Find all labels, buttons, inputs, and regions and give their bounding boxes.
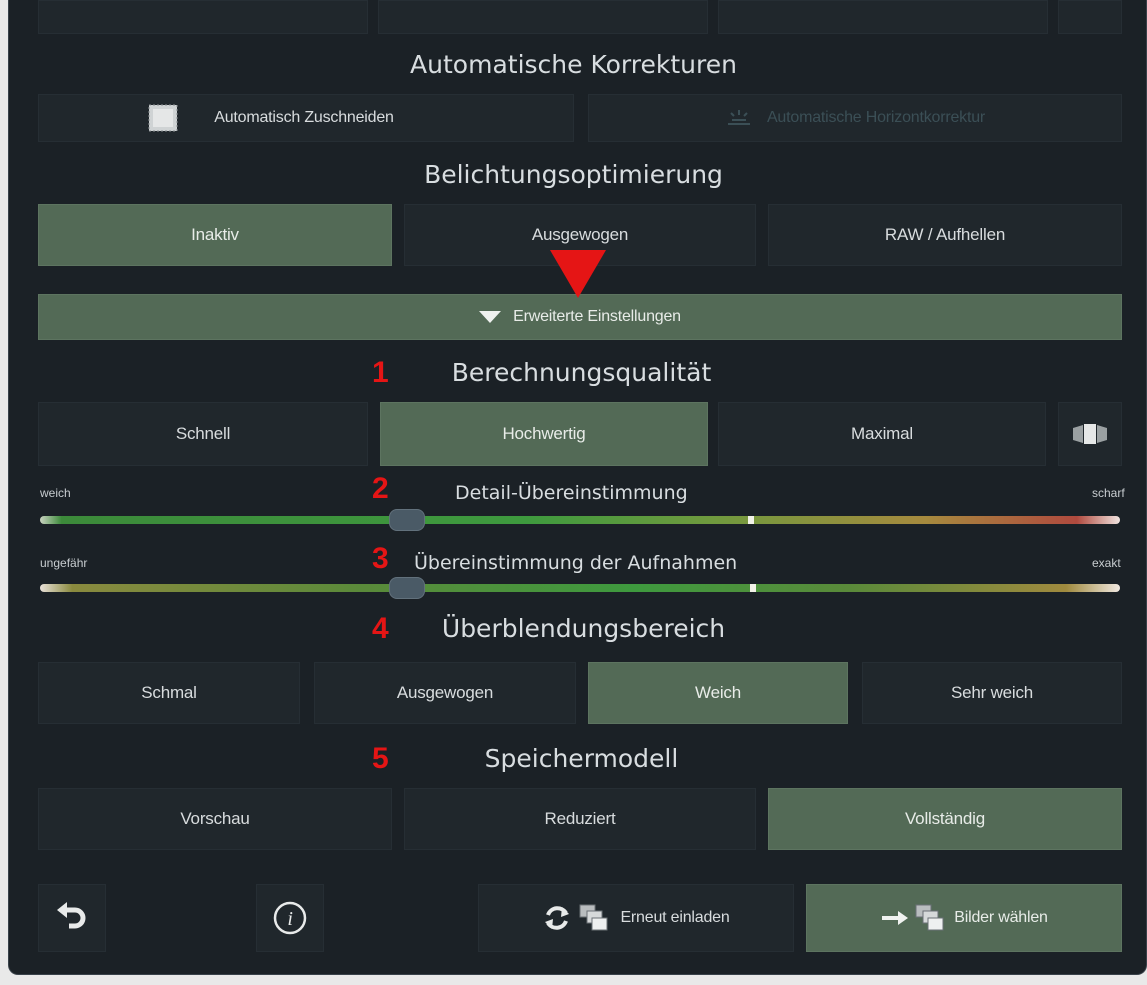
heading-exposure: Belichtungsoptimierung [424,160,723,189]
memory-option-full[interactable]: Vollständig [768,788,1122,850]
match-slider-label: Übereinstimmung der Aufnahmen [414,552,738,574]
blending-option-very-soft[interactable]: Sehr weich [862,662,1122,724]
reload-label: Erneut einladen [620,909,730,926]
quality-option-high[interactable]: Hochwertig [380,402,708,466]
quality-option-fast[interactable]: Schnell [38,402,368,466]
compare-button[interactable] [1058,402,1122,466]
heading-blending: Überblendungsbereich [441,614,726,643]
blending-option-narrow[interactable]: Schmal [38,662,300,724]
crop-icon [148,104,178,132]
compare-icon [1072,422,1108,446]
heading-memory: Speichermodell [484,744,679,773]
marker-3: 3 [372,542,389,575]
memory-option-preview[interactable]: Vorschau [38,788,392,850]
detail-min-label: weich [40,486,71,500]
auto-crop-button[interactable]: Automatisch Zuschneiden [38,94,574,142]
top-row-button-1[interactable] [38,0,368,34]
top-row-button-3[interactable] [718,0,1048,34]
match-min-label: ungefähr [40,556,88,570]
undo-icon [55,901,89,935]
match-max-label: exakt [1092,556,1121,570]
top-row-button-4[interactable] [1058,0,1122,34]
svg-text:i: i [287,908,292,930]
quality-option-max[interactable]: Maximal [718,402,1046,466]
triangle-down-icon [479,311,502,323]
blending-option-balanced[interactable]: Ausgewogen [314,662,576,724]
auto-crop-label: Automatisch Zuschneiden [214,109,394,126]
marker-2: 2 [372,472,389,505]
info-icon: i [272,900,308,936]
detail-slider-tick [748,516,754,524]
match-slider-tick [750,584,756,592]
auto-horizon-label: Automatische Horizontkorrektur [766,109,986,126]
advanced-settings-label: Erweiterte Einstellungen [513,308,681,325]
advanced-settings-toggle[interactable]: Erweiterte Einstellungen [38,294,1122,340]
exposure-option-raw[interactable]: RAW / Aufhellen [768,204,1122,266]
undo-button[interactable] [38,884,106,952]
annotation-arrow [550,250,606,298]
match-slider-track[interactable] [40,584,1120,592]
choose-images-button[interactable]: Bilder wählen [806,884,1122,952]
detail-max-label: scharf [1092,486,1125,500]
detail-slider-thumb[interactable] [389,509,425,531]
horizon-icon [725,108,753,128]
refresh-icon [542,903,572,933]
auto-horizon-button[interactable]: Automatische Horizontkorrektur [588,94,1122,142]
choose-images-label: Bilder wählen [954,909,1048,926]
exposure-option-inactive[interactable]: Inaktiv [38,204,392,266]
images-icon [914,903,944,933]
detail-slider-label: Detail-Übereinstimmung [455,482,688,504]
arrow-right-icon [880,908,910,928]
images-icon [578,903,608,933]
heading-quality: Berechnungsqualität [451,358,712,387]
detail-slider-track[interactable] [40,516,1120,524]
info-button[interactable]: i [256,884,324,952]
blending-option-soft[interactable]: Weich [588,662,848,724]
memory-option-reduced[interactable]: Reduziert [404,788,756,850]
reload-button[interactable]: Erneut einladen [478,884,794,952]
match-slider-thumb[interactable] [389,577,425,599]
top-row-button-2[interactable] [378,0,708,34]
heading-auto-corrections: Automatische Korrekturen [410,50,737,79]
